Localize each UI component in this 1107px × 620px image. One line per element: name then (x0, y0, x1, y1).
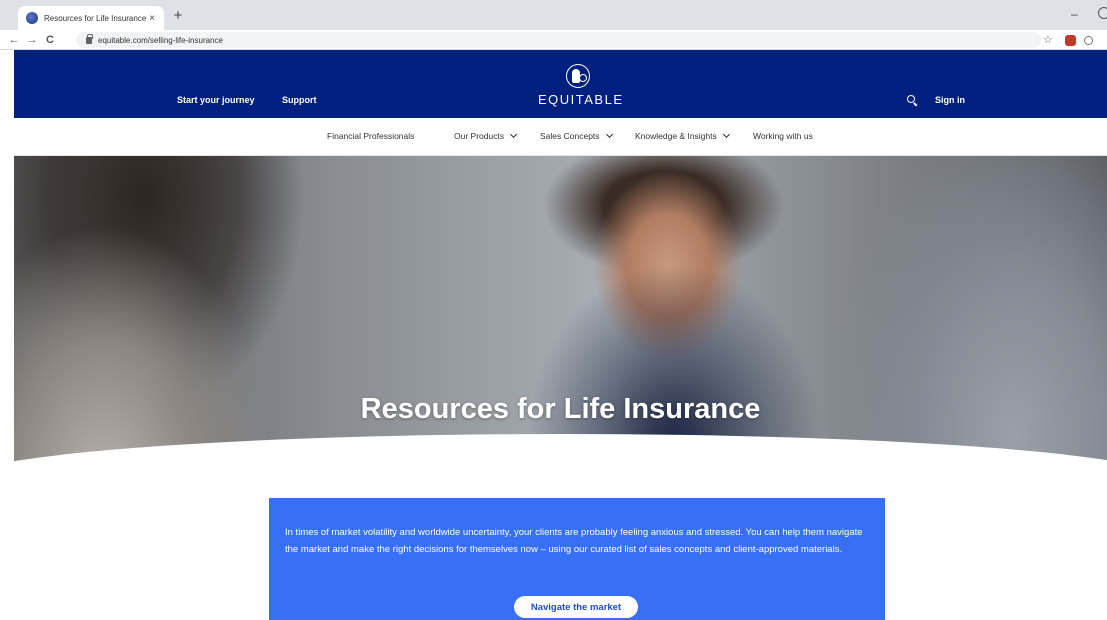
tab-close-icon[interactable]: × (146, 13, 158, 24)
nav-financial-professionals[interactable]: Financial Professionals (327, 131, 414, 141)
equitable-logo-icon[interactable] (566, 64, 590, 88)
nav-knowledge-insights[interactable]: Knowledge & Insights (635, 130, 730, 141)
hero-title: Resources for Life Insurance (360, 393, 761, 425)
reload-icon[interactable]: C (42, 32, 58, 48)
sign-in-link[interactable]: Sign in (935, 95, 965, 105)
chevron-down-icon (722, 130, 730, 139)
chevron-down-icon (605, 130, 613, 139)
hero-banner: Resources for Life Insurance (14, 156, 1107, 464)
minimize-button[interactable]: – (1071, 8, 1078, 20)
address-bar[interactable]: equitable.com/selling-life-insurance (76, 32, 1041, 48)
tab-title: Resources for Life Insurance (44, 13, 146, 23)
back-arrow-icon[interactable]: ← (6, 32, 22, 48)
nav-working-with-us[interactable]: Working with us (753, 131, 813, 141)
nav-item-label: Working with us (753, 131, 813, 141)
window-control-icon[interactable] (1098, 7, 1107, 19)
chevron-down-icon (510, 130, 518, 139)
site-header: Start your journey Support EQUITABLE Sig… (14, 50, 1107, 118)
browser-tab[interactable]: Resources for Life Insurance × (18, 6, 164, 30)
new-tab-button[interactable]: + (170, 8, 186, 24)
url-text: equitable.com/selling-life-insurance (98, 35, 223, 45)
start-your-journey-link[interactable]: Start your journey (177, 95, 255, 105)
browser-tabstrip: Resources for Life Insurance × + – (0, 0, 1107, 30)
site-logo[interactable]: EQUITABLE (538, 92, 622, 107)
secondary-nav: Financial Professionals Our Products Sal… (14, 118, 1107, 156)
intro-card: In times of market volatility and worldw… (269, 498, 885, 620)
profile-icon[interactable] (1084, 36, 1093, 45)
nav-item-label: Knowledge & Insights (635, 131, 717, 141)
bookmark-star-icon[interactable]: ☆ (1043, 33, 1053, 46)
nav-item-label: Financial Professionals (327, 131, 415, 141)
navigate-market-button[interactable]: Navigate the market (514, 596, 638, 618)
site-favicon-icon (26, 12, 38, 24)
hero-wave-divider (14, 434, 1107, 464)
support-link[interactable]: Support (282, 95, 317, 105)
intro-text: In times of market volatility and worldw… (285, 527, 863, 555)
nav-our-products[interactable]: Our Products (454, 130, 518, 141)
extension-icon[interactable] (1065, 35, 1076, 46)
search-icon[interactable] (907, 95, 915, 103)
forward-arrow-icon[interactable]: → (24, 32, 40, 48)
nav-sales-concepts[interactable]: Sales Concepts (540, 130, 613, 141)
lock-icon (86, 33, 93, 44)
nav-item-label: Our Products (454, 131, 505, 141)
browser-toolbar: ← → C equitable.com/selling-life-insuran… (0, 30, 1107, 50)
nav-item-label: Sales Concepts (540, 131, 600, 141)
